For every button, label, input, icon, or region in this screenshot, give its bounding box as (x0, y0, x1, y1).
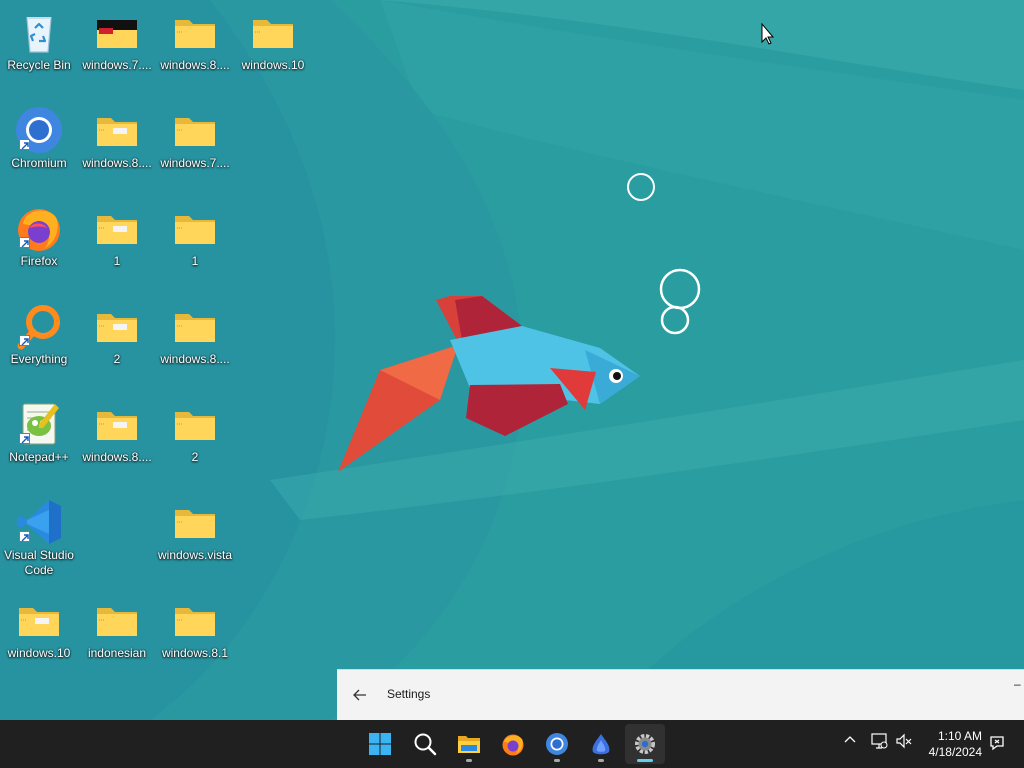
shortcut-arrow-icon (19, 335, 30, 346)
folder-icon (93, 204, 141, 252)
desktop-icon-label: windows.8.... (82, 450, 152, 464)
search-button[interactable] (405, 724, 445, 764)
folder-icon (171, 400, 219, 448)
desktop-icon-folder[interactable]: 2 (156, 400, 234, 465)
file-explorer-icon (458, 736, 480, 753)
desktop-icon-label: Notepad++ (9, 450, 69, 464)
desktop-icon-label: windows.8.... (82, 156, 152, 170)
network-icon[interactable] (870, 732, 888, 755)
running-indicator (598, 759, 604, 762)
desktop-icon-folder[interactable]: windows.8.1 (156, 596, 234, 661)
clock-date: 4/18/2024 (928, 745, 982, 759)
search-icon (414, 733, 437, 756)
desktop-icon-folder[interactable]: 1 (78, 204, 156, 269)
desktop-icon-folder[interactable]: windows.8.... (156, 8, 234, 73)
desktop-icon-label: windows.7.... (82, 58, 152, 72)
start-button[interactable] (360, 724, 400, 764)
desktop-icon-label: windows.vista (157, 548, 233, 562)
desktop-icon-label: 1 (191, 254, 199, 268)
taskbar-file-explorer[interactable] (449, 724, 489, 764)
desktop-icon-label: windows.7.... (160, 156, 230, 170)
magnifier-icon (15, 302, 63, 350)
shortcut-arrow-icon (19, 433, 30, 444)
folder-icon (171, 106, 219, 154)
settings-window[interactable]: Settings – (337, 669, 1024, 720)
desktop-icon-folder[interactable]: windows.8.... (78, 106, 156, 171)
desktop-icon-label: windows.8.... (160, 58, 230, 72)
desktop-icon-everything[interactable]: Everything (0, 302, 78, 367)
folder-icon (93, 302, 141, 350)
desktop-icon-folder[interactable]: windows.10 (234, 8, 312, 73)
taskbar-settings[interactable] (625, 724, 665, 764)
desktop-icon-folder[interactable]: 2 (78, 302, 156, 367)
vscode-icon (15, 498, 63, 546)
desktop-icon-label: Chromium (11, 156, 67, 170)
gear-icon (635, 734, 655, 754)
desktop-icon-label: indonesian (87, 646, 147, 660)
folder-icon (249, 8, 297, 56)
desktop-icon-chromium[interactable]: Chromium (0, 106, 78, 171)
taskbar-clock[interactable]: 1:10 AM 4/18/2024 (929, 728, 982, 760)
active-indicator (637, 759, 653, 762)
desktop-icon-label: 1 (113, 254, 121, 268)
window-title: Settings (387, 687, 431, 701)
desktop-icon-folder[interactable]: windows.7.... (156, 106, 234, 171)
desktop-icon-label: Recycle Bin (7, 58, 71, 72)
desktop-icon-folder[interactable]: indonesian (78, 596, 156, 661)
minimize-button[interactable]: – (1014, 678, 1022, 690)
folder-icon (93, 596, 141, 644)
folder-icon (171, 302, 219, 350)
folder-icon (171, 204, 219, 252)
shortcut-arrow-icon (19, 139, 30, 150)
desktop-icon-firefox[interactable]: Firefox (0, 204, 78, 269)
desktop-icon-label: 2 (113, 352, 121, 366)
taskbar: 1:10 AM 4/18/2024 (0, 720, 1024, 768)
running-indicator (554, 759, 560, 762)
taskbar-app[interactable] (581, 724, 621, 764)
firefox-icon (502, 734, 524, 756)
taskbar-firefox[interactable] (493, 724, 533, 764)
desktop-icon-label: windows.10 (241, 58, 305, 72)
desktop-icon-folder[interactable]: windows.8.... (78, 400, 156, 465)
desktop[interactable]: Recycle Bin Chromium Firefox Everything … (0, 0, 1024, 720)
folder-icon (93, 400, 141, 448)
desktop-icon-folder[interactable]: windows.10 (0, 596, 78, 661)
running-indicator (466, 759, 472, 762)
windows-logo-icon (369, 733, 391, 755)
desktop-icon-label: Visual Studio Code (4, 548, 74, 577)
back-arrow-icon[interactable] (351, 686, 369, 704)
folder-icon (171, 596, 219, 644)
clock-time: 1:10 AM (937, 729, 982, 743)
desktop-icon-notepadpp[interactable]: Notepad++ (0, 400, 78, 465)
firefox-icon (15, 204, 63, 252)
desktop-icon-folder[interactable]: windows.7.... (78, 8, 156, 73)
chevron-up-icon[interactable] (842, 732, 858, 753)
desktop-icon-label: windows.10 (7, 646, 71, 660)
desktop-icon-label: windows.8.1 (161, 646, 229, 660)
folder-icon (171, 8, 219, 56)
recycle-bin-icon (15, 8, 63, 56)
folder-icon (171, 498, 219, 546)
blue-app-icon (592, 734, 610, 755)
desktop-icon-label: Firefox (20, 254, 58, 268)
desktop-icon-folder[interactable]: 1 (156, 204, 234, 269)
taskbar-chromium[interactable] (537, 724, 577, 764)
desktop-icon-recycle-bin[interactable]: Recycle Bin (0, 8, 78, 73)
shortcut-arrow-icon (19, 531, 30, 542)
volume-muted-icon[interactable] (895, 732, 913, 755)
shortcut-arrow-icon (19, 237, 30, 248)
desktop-icon-label: windows.8.... (160, 352, 230, 366)
folder-icon (15, 596, 63, 644)
desktop-icon-folder[interactable]: windows.vista (156, 498, 234, 563)
desktop-icon-label: Everything (10, 352, 68, 366)
desktop-icon-label: 2 (191, 450, 199, 464)
folder-icon (93, 8, 141, 56)
desktop-icon-vscode[interactable]: Visual Studio Code (0, 498, 78, 578)
notepadpp-icon (15, 400, 63, 448)
chromium-icon (15, 106, 63, 154)
chromium-icon (546, 733, 568, 755)
folder-icon (93, 106, 141, 154)
notification-bell-icon[interactable] (988, 733, 1006, 756)
desktop-icon-folder[interactable]: windows.8.... (156, 302, 234, 367)
